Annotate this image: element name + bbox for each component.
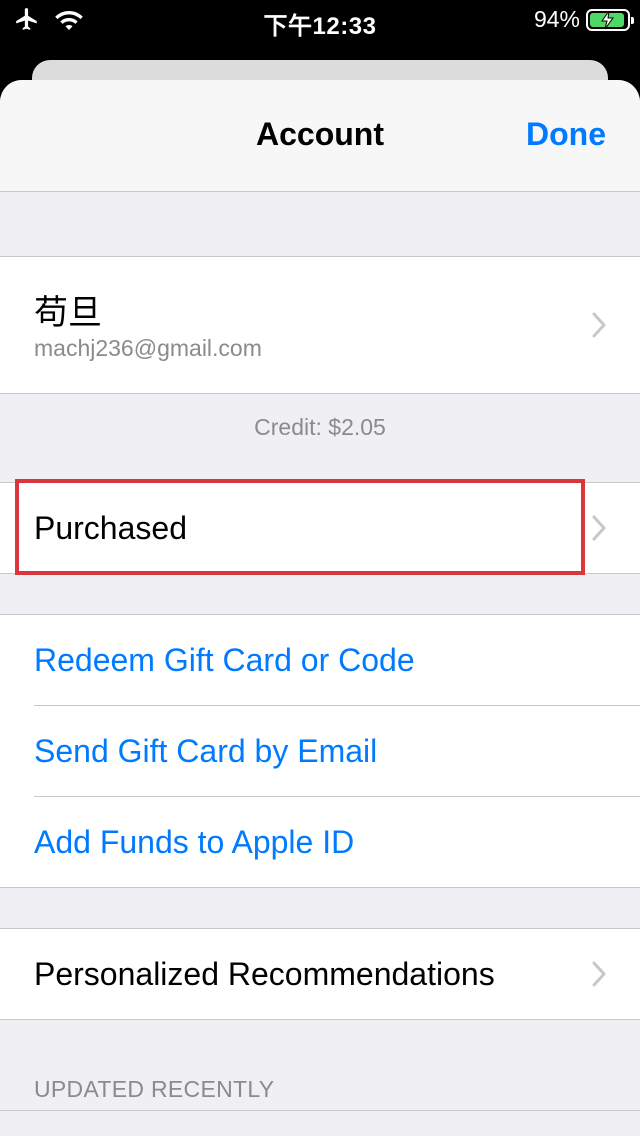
chevron-right-icon <box>592 515 606 541</box>
account-cell[interactable]: 苟旦 machj236@gmail.com <box>0 257 640 393</box>
account-group: 苟旦 machj236@gmail.com <box>0 256 640 394</box>
account-sheet: Account Done 苟旦 machj236@gmail.com Credi… <box>0 80 640 1136</box>
credit-label: Credit: $2.05 <box>254 414 386 440</box>
section-header-updated-recently: UPDATED RECENTLY <box>34 1076 275 1102</box>
battery-charging-icon <box>586 8 634 31</box>
account-email: machj236@gmail.com <box>34 335 262 361</box>
add-funds-link[interactable]: Add Funds to Apple ID <box>0 797 640 887</box>
purchased-cell[interactable]: Purchased <box>0 483 640 573</box>
chevron-right-icon <box>592 312 606 338</box>
account-name: 苟旦 <box>34 294 102 332</box>
send-gift-card-link[interactable]: Send Gift Card by Email <box>0 706 640 796</box>
purchased-label: Purchased <box>34 510 187 546</box>
purchased-group: Purchased <box>0 482 640 574</box>
battery-nub <box>631 16 634 24</box>
redeem-gift-card-link[interactable]: Redeem Gift Card or Code <box>0 615 640 705</box>
status-bar: 下午12:33 94% <box>0 0 640 44</box>
chevron-right-icon <box>592 961 606 987</box>
personalized-label: Personalized Recommendations <box>34 956 495 992</box>
done-button[interactable]: Done <box>526 116 606 153</box>
nav-bar: Account Done <box>0 80 640 192</box>
personalized-recommendations-cell[interactable]: Personalized Recommendations <box>0 929 640 1019</box>
status-right: 94% <box>533 6 634 33</box>
bolt-icon <box>601 10 614 29</box>
battery-percentage: 94% <box>533 6 580 32</box>
personalized-group: Personalized Recommendations <box>0 928 640 1020</box>
separator <box>0 1110 640 1111</box>
gift-card-group: Redeem Gift Card or Code Send Gift Card … <box>0 614 640 888</box>
